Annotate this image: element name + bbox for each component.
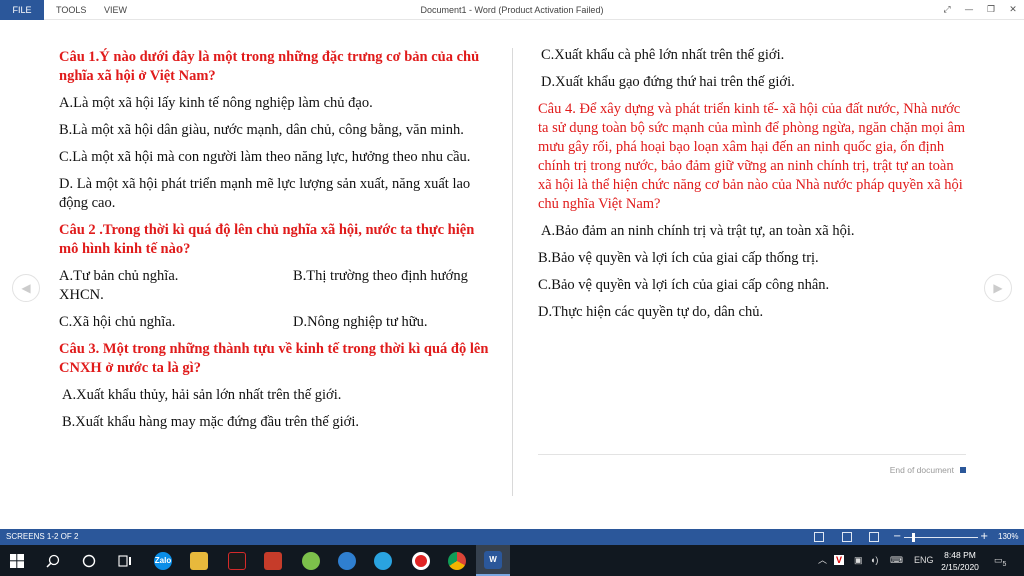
- notification-count: 5: [1002, 560, 1007, 568]
- telegram-icon: [374, 551, 392, 570]
- task-view-button[interactable]: [108, 545, 142, 576]
- end-of-document-label: End of document: [889, 465, 954, 475]
- column-divider: [512, 48, 513, 496]
- minimize-icon[interactable]: —: [958, 0, 980, 20]
- status-bar: SCREENS 1-2 OF 2 − + 130%: [0, 529, 1024, 545]
- next-screen-icon[interactable]: ▶: [984, 274, 1012, 302]
- tab-view[interactable]: VIEW: [104, 0, 127, 20]
- tab-tools[interactable]: TOOLS: [56, 0, 86, 20]
- right-column: C.Xuất khẩu cà phê lớn nhất trên thế giớ…: [538, 46, 968, 330]
- answer-row-2ab: A.Tư bản chủ nghĩa. B.Thị trường theo đị…: [59, 267, 489, 286]
- unikey-icon: [264, 551, 282, 570]
- answer-4a: A.Bảo đảm an ninh chính trị và trật tự, …: [541, 223, 855, 239]
- answer-1d: D. Là một xã hội phát triển mạnh mẽ lực …: [59, 176, 471, 211]
- tab-file[interactable]: FILE: [0, 0, 44, 20]
- answer-4b: B.Bảo vệ quyền và lợi ích của giai cấp t…: [538, 250, 819, 266]
- taskbar-game-app[interactable]: [220, 545, 254, 576]
- chrome-icon: [448, 551, 466, 570]
- task-view-icon: [118, 554, 131, 567]
- keyboard-icon[interactable]: ⌨: [890, 545, 903, 576]
- end-divider: [538, 454, 966, 455]
- fullscreen-icon[interactable]: ⤢: [936, 0, 958, 20]
- start-button[interactable]: [0, 545, 34, 576]
- answer-3c: C.Xuất khẩu cà phê lớn nhất trên thế giớ…: [541, 47, 785, 63]
- record-icon: [412, 551, 430, 570]
- taskbar-file-explorer[interactable]: [182, 545, 216, 576]
- question-2: Câu 2 .Trong thời kì quá độ lên chủ nghĩ…: [59, 222, 475, 257]
- cortana-button[interactable]: [72, 545, 106, 576]
- answer-2d: D.Nông nghiệp tư hữu.: [293, 314, 428, 330]
- taskbar-zalo[interactable]: Zalo: [146, 545, 180, 576]
- taskbar-word[interactable]: W: [476, 545, 510, 576]
- taskbar-chrome[interactable]: [440, 545, 474, 576]
- taskbar-green-app[interactable]: [294, 545, 328, 576]
- answer-2a: A.Tư bản chủ nghĩa.: [59, 268, 179, 284]
- chevron-up-icon[interactable]: ︿: [818, 545, 827, 576]
- taskbar: Zalo W ︿ V ▣ ◖) ⌨ ENG 8:48 PM 2/15/2020 …: [0, 545, 1024, 576]
- screens-indicator: SCREENS 1-2 OF 2: [6, 532, 79, 541]
- close-icon[interactable]: ✕: [1002, 0, 1024, 20]
- end-of-document: End of document: [860, 465, 968, 475]
- notification-icon[interactable]: ▭5: [994, 545, 1006, 576]
- zoom-level[interactable]: 130%: [998, 529, 1018, 545]
- cortana-icon: [82, 554, 96, 567]
- answer-1c: C.Là một xã hội mà con người làm theo nă…: [59, 149, 471, 165]
- network-app-icon: [338, 551, 356, 570]
- answer-3d: D.Xuất khẩu gạo đứng thứ hai trên thế gi…: [541, 74, 795, 90]
- answer-2b-cont: XHCN.: [59, 287, 104, 303]
- zoom-slider[interactable]: [904, 537, 978, 538]
- document-page: ◀ ▶ Câu 1.Ý nào dưới đây là một trong nh…: [0, 20, 1024, 529]
- zoom-slider-thumb[interactable]: [912, 533, 915, 542]
- question-4: Câu 4. Để xây dựng và phát triển kinh tế…: [538, 101, 966, 212]
- question-3: Câu 3. Một trong những thành tựu về kinh…: [59, 341, 489, 376]
- read-mode-icon[interactable]: [814, 532, 824, 542]
- zoom-in-icon[interactable]: +: [980, 529, 988, 545]
- antivirus-icon[interactable]: ▣: [854, 545, 863, 576]
- answer-1a: A.Là một xã hội lấy kinh tế nông nghiệp …: [59, 95, 373, 111]
- window-title: Document1 - Word (Product Activation Fai…: [420, 5, 604, 15]
- taskbar-record[interactable]: [404, 545, 438, 576]
- print-layout-icon[interactable]: [842, 532, 852, 542]
- taskbar-network-app[interactable]: [330, 545, 364, 576]
- question-1: Câu 1.Ý nào dưới đây là một trong những …: [59, 49, 480, 84]
- file-explorer-icon: [190, 551, 208, 570]
- taskbar-telegram[interactable]: [366, 545, 400, 576]
- green-app-icon: [302, 551, 320, 570]
- taskbar-unikey[interactable]: [256, 545, 290, 576]
- left-column: Câu 1.Ý nào dưới đây là một trong những …: [59, 48, 489, 440]
- answer-4d: D.Thực hiện các quyền tự do, dân chủ.: [538, 304, 764, 320]
- answer-2b: B.Thị trường theo định hướng: [293, 268, 468, 284]
- end-marker-icon: [960, 467, 966, 473]
- restore-icon[interactable]: ❐: [980, 0, 1002, 20]
- search-icon: [46, 554, 60, 568]
- answer-2c: C.Xã hội chủ nghĩa.: [59, 314, 176, 330]
- language-indicator[interactable]: ENG: [914, 545, 934, 576]
- answer-3b: B.Xuất khẩu hàng may mặc đứng đầu trên t…: [62, 414, 359, 430]
- answer-row-2cd: C.Xã hội chủ nghĩa. D.Nông nghiệp tư hữu…: [59, 313, 489, 332]
- web-layout-icon[interactable]: [869, 532, 879, 542]
- clock[interactable]: 8:48 PM 2/15/2020: [934, 549, 986, 573]
- zoom-out-icon[interactable]: −: [893, 529, 901, 545]
- ribbon-bar: Document1 - Word (Product Activation Fai…: [0, 0, 1024, 20]
- start-icon: [10, 553, 24, 568]
- zalo-icon: Zalo: [154, 551, 172, 570]
- answer-3a: A.Xuất khẩu thủy, hải sản lớn nhất trên …: [62, 387, 342, 403]
- answer-4c: C.Bảo vệ quyền và lợi ích của giai cấp c…: [538, 277, 830, 293]
- answer-1b: B.Là một xã hội dân giàu, nước mạnh, dân…: [59, 122, 464, 138]
- vi-input-icon[interactable]: V: [834, 545, 845, 576]
- volume-icon[interactable]: ◖): [870, 545, 878, 576]
- word-icon: W: [484, 550, 502, 569]
- game-app-icon: [228, 551, 246, 570]
- clock-date: 2/15/2020: [941, 562, 979, 572]
- vi-input-label: V: [834, 555, 845, 565]
- prev-screen-icon[interactable]: ◀: [12, 274, 40, 302]
- search-button[interactable]: [36, 545, 70, 576]
- clock-time: 8:48 PM: [944, 550, 976, 560]
